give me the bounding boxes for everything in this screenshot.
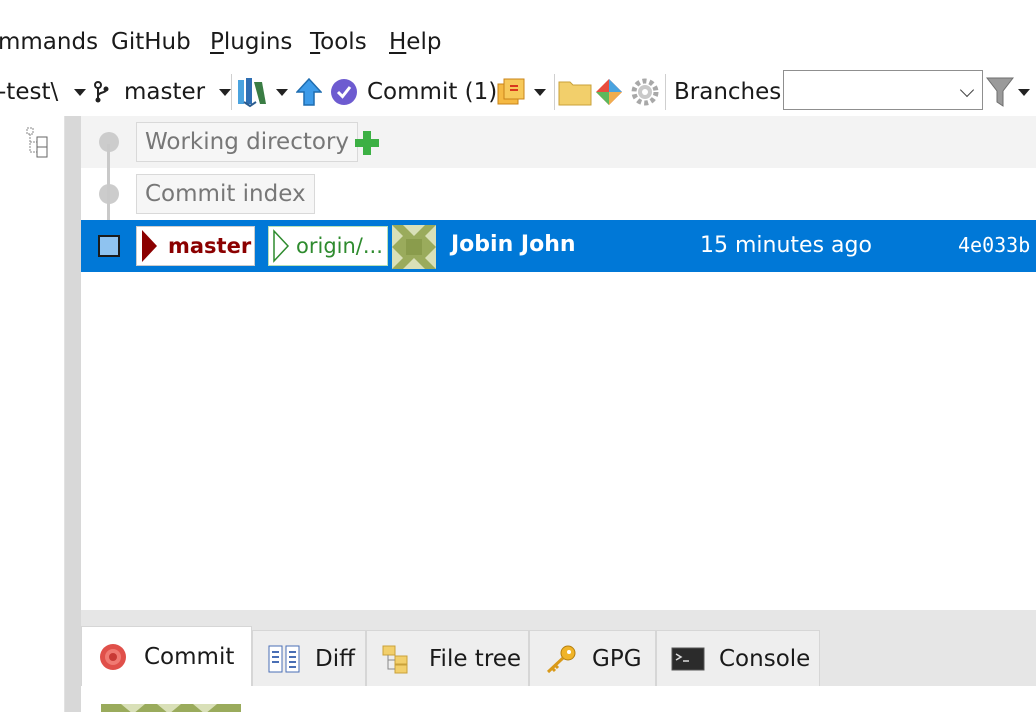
- commit-check-icon: [331, 79, 357, 105]
- ref-origin-label: origin/...: [296, 234, 383, 258]
- menu-commands-label: mmands: [0, 29, 99, 55]
- diff-icon: [268, 645, 300, 672]
- tab-commit-label: Commit: [144, 643, 235, 670]
- branch-label: master: [124, 79, 206, 105]
- commit-icon: [100, 643, 126, 670]
- tab-file-tree[interactable]: File tree: [366, 630, 529, 686]
- branches-label: Branches:: [674, 79, 790, 105]
- stash-icon: [497, 78, 525, 105]
- gear-icon: [631, 78, 659, 106]
- tab-file-tree-label: File tree: [429, 645, 522, 672]
- git-extensions-button[interactable]: [594, 76, 624, 108]
- commit-button-label: Commit (1): [367, 79, 498, 105]
- tab-diff-label: Diff: [315, 645, 355, 672]
- remote-arrow-icon: [273, 229, 290, 263]
- avatar: [101, 704, 241, 712]
- repo-selector[interactable]: -test\: [0, 76, 87, 108]
- toolbar-separator: [665, 74, 666, 110]
- menu-commands[interactable]: mmands: [0, 27, 98, 57]
- filter-icon: [986, 77, 1014, 107]
- toolbar-separator: [554, 74, 555, 110]
- stash-button[interactable]: [496, 76, 546, 108]
- menu-tools-label: ools: [320, 29, 367, 55]
- toolbar: -test\ master Commit (1) Branches:: [0, 70, 1036, 116]
- chevron-down-icon: [276, 88, 288, 96]
- menu-help-mnemonic: H: [389, 29, 407, 55]
- avatar: [392, 225, 436, 269]
- menu-help-label: elp: [406, 29, 442, 55]
- menu-github-label: GitHub: [111, 29, 191, 55]
- tab-gpg[interactable]: GPG: [529, 630, 656, 686]
- ref-badge-master[interactable]: master: [136, 226, 255, 266]
- push-arrow-up-icon: [296, 77, 322, 106]
- open-folder-button[interactable]: [558, 76, 592, 108]
- file-tree-icon: [382, 645, 408, 673]
- revision-graph: Working directory Commit index master or…: [81, 116, 1036, 610]
- menu-tools[interactable]: Tools: [310, 27, 367, 57]
- branch-head-arrow-icon: [142, 230, 157, 262]
- tab-gpg-label: GPG: [592, 645, 642, 672]
- menu-help[interactable]: Help: [389, 27, 441, 57]
- branch-selector[interactable]: master: [92, 76, 232, 108]
- filter-button[interactable]: [986, 76, 1030, 108]
- menu-github[interactable]: GitHub: [111, 27, 191, 57]
- chevron-down-icon: [219, 88, 232, 96]
- push-button[interactable]: [296, 76, 322, 108]
- tab-console-label: Console: [719, 645, 811, 672]
- commit-index-label: Commit index: [136, 174, 315, 214]
- commit-row[interactable]: master origin/... Jobin John 15 minutes …: [81, 220, 1036, 272]
- left-panel: [0, 116, 65, 712]
- branches-combo[interactable]: [783, 70, 983, 110]
- plus-icon: [355, 131, 379, 155]
- pull-icon: [238, 78, 266, 108]
- details-panel: Commit Diff File tree GPG Console: [81, 610, 1036, 712]
- branch-icon: [94, 81, 109, 103]
- tab-diff[interactable]: Diff: [252, 630, 366, 686]
- ref-master-label: master: [168, 234, 252, 258]
- branches-label-wrap: Branches:: [674, 76, 789, 108]
- tree-view-icon[interactable]: [25, 126, 51, 158]
- commit-author: Jobin John: [451, 232, 576, 257]
- commit-time: 15 minutes ago: [700, 233, 872, 258]
- chevron-down-icon: [74, 88, 87, 96]
- menu-plugins[interactable]: Plugins: [210, 27, 292, 57]
- chevron-down-icon: [959, 82, 975, 98]
- menu-plugins-label: lugins: [223, 29, 293, 55]
- commit-node: [98, 235, 120, 257]
- git-diamond-icon: [596, 79, 622, 105]
- working-directory-label: Working directory: [136, 122, 359, 162]
- commit-index-row[interactable]: Commit index: [81, 168, 1036, 220]
- tab-console[interactable]: Console: [656, 630, 820, 686]
- commit-hash: 4e033b: [958, 233, 1031, 257]
- commit-details-content: [81, 686, 1036, 712]
- console-icon: [671, 647, 705, 670]
- working-directory-row[interactable]: Working directory: [81, 116, 1036, 168]
- menu-bar: mmands GitHub Plugins Tools Help: [0, 0, 1036, 70]
- settings-button[interactable]: [630, 76, 660, 108]
- pull-button[interactable]: [236, 76, 288, 108]
- ref-badge-origin[interactable]: origin/...: [268, 226, 388, 266]
- tab-commit[interactable]: Commit: [81, 626, 252, 686]
- key-icon: [546, 645, 576, 673]
- splitter[interactable]: [65, 116, 81, 712]
- chevron-down-icon: [534, 88, 546, 96]
- folder-icon: [558, 81, 592, 106]
- repo-label: -test\: [0, 79, 59, 105]
- chevron-down-icon: [1018, 88, 1030, 96]
- commit-button[interactable]: Commit (1): [330, 76, 497, 108]
- menu-tools-mnemonic: T: [310, 29, 321, 55]
- toolbar-separator: [231, 74, 232, 110]
- menu-plugins-mnemonic: P: [210, 29, 224, 55]
